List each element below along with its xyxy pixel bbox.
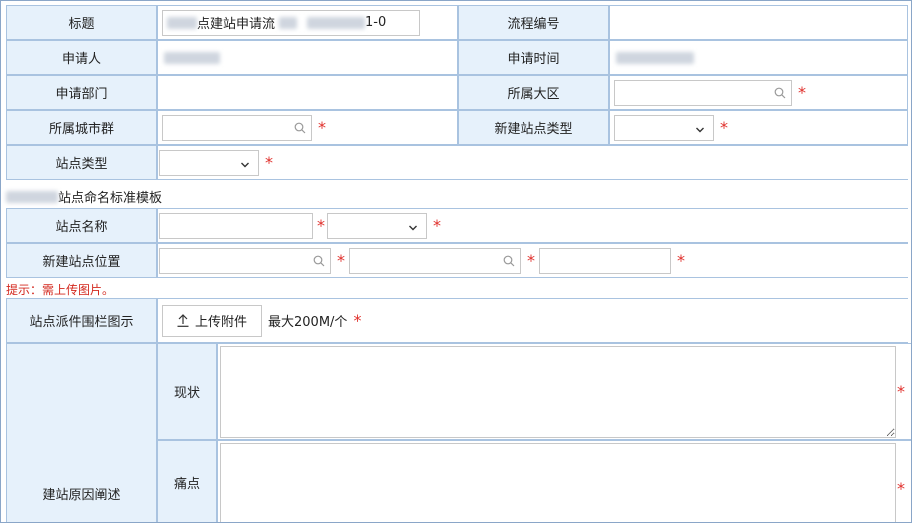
location-3-required-mark: *	[677, 250, 685, 270]
region-required-mark: *	[798, 82, 806, 102]
site-name-cell: * *	[157, 208, 908, 243]
apply-time-redacted	[616, 51, 694, 64]
search-icon[interactable]	[503, 255, 515, 266]
region-label: 所属大区	[458, 75, 609, 110]
applicant-redacted	[164, 51, 220, 64]
process-no-label: 流程编号	[458, 5, 609, 40]
city-group-cell: *	[157, 110, 458, 145]
site-type-select[interactable]	[159, 149, 259, 176]
naming-template-text: 站点命名标准模板	[58, 191, 163, 206]
applicant-label: 申请人	[6, 40, 157, 75]
apply-time-label: 申请时间	[458, 40, 609, 75]
site-name-label: 站点名称	[6, 208, 157, 243]
new-site-type-select[interactable]	[614, 114, 714, 141]
status-required-mark: *	[897, 382, 905, 401]
new-site-location-cell: * * *	[157, 243, 908, 278]
status-label: 现状	[157, 343, 217, 440]
city-group-required-mark: *	[318, 117, 326, 137]
title-label: 标题	[6, 5, 157, 40]
naming-template-line: 站点命名标准模板	[6, 187, 162, 206]
new-site-location-label: 新建站点位置	[6, 243, 157, 278]
title-cell: 点建站申请流 1-0	[157, 5, 458, 40]
dept-label: 申请部门	[6, 75, 157, 110]
upload-required-mark: *	[353, 310, 362, 330]
chevron-down-icon[interactable]	[408, 221, 418, 236]
new-site-type-required-mark: *	[720, 117, 728, 137]
upload-limit-text: 最大200M/个	[268, 315, 348, 330]
site-name-suffix-select[interactable]	[327, 212, 427, 239]
site-type-cell: *	[157, 145, 908, 180]
new-site-type-label: 新建站点类型	[458, 110, 609, 145]
reason-label: 建站原因阐述	[6, 343, 157, 522]
location-input-2[interactable]	[349, 247, 521, 274]
site-type-label: 站点类型	[6, 145, 157, 180]
application-form: 标题 点建站申请流 1-0 流程编号 申请人 申请时间 申请部门 所属大区 * …	[0, 0, 912, 523]
site-name-suffix-required-mark: *	[433, 215, 441, 235]
search-icon[interactable]	[774, 87, 786, 98]
pain-required-mark: *	[897, 479, 905, 498]
fence-label: 站点派件围栏图示	[6, 298, 157, 343]
upload-icon	[177, 314, 189, 327]
chevron-down-icon[interactable]	[695, 123, 705, 138]
site-type-required-mark: *	[265, 152, 273, 172]
city-group-label: 所属城市群	[6, 110, 157, 145]
pain-textarea[interactable]	[220, 443, 896, 522]
title-redacted-2	[279, 16, 298, 29]
title-text: 点建站申请流	[197, 17, 276, 32]
fence-cell: 上传附件 最大200M/个 *	[157, 298, 908, 343]
process-no-value	[609, 5, 908, 40]
search-icon[interactable]	[313, 255, 325, 266]
status-cell: *	[217, 343, 911, 440]
pain-label: 痛点	[157, 440, 217, 522]
title-tail: 1-0	[365, 15, 387, 30]
dept-value	[157, 75, 458, 110]
city-group-input[interactable]	[162, 114, 312, 141]
search-icon[interactable]	[294, 122, 306, 133]
region-input[interactable]	[614, 79, 792, 106]
upload-button[interactable]: 上传附件	[162, 304, 263, 337]
chevron-down-icon[interactable]	[240, 158, 250, 173]
location-input-3[interactable]	[539, 247, 671, 274]
site-name-input[interactable]	[159, 212, 313, 239]
pain-cell: *	[217, 440, 911, 522]
location-input-1[interactable]	[159, 247, 331, 274]
naming-template-redacted	[6, 190, 58, 203]
location-2-required-mark: *	[527, 250, 535, 270]
title-redacted-3	[307, 16, 366, 29]
region-cell: *	[609, 75, 908, 110]
status-textarea[interactable]	[220, 346, 896, 438]
title-input[interactable]: 点建站申请流 1-0	[162, 9, 420, 36]
location-1-required-mark: *	[337, 250, 345, 270]
site-name-required-mark: *	[317, 215, 325, 235]
upload-hint: 提示：需上传图片。	[6, 283, 115, 297]
title-redacted-1	[167, 16, 197, 29]
new-site-type-cell: *	[609, 110, 908, 145]
apply-time-value	[609, 40, 908, 75]
upload-button-label: 上传附件	[195, 315, 248, 330]
applicant-value	[157, 40, 458, 75]
